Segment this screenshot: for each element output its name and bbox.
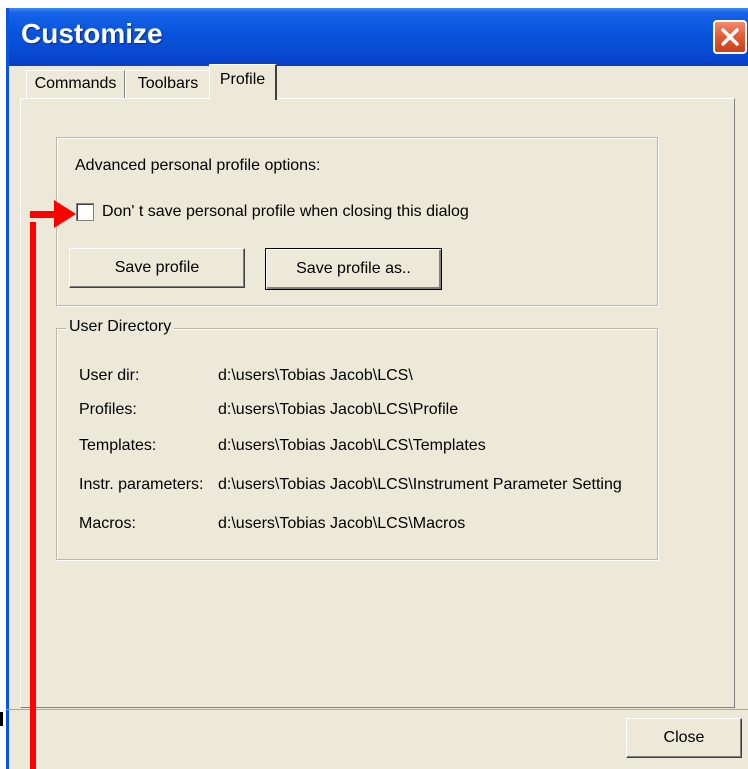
save-profile-label: Save profile	[114, 259, 200, 276]
save-profile-button[interactable]: Save profile	[69, 248, 245, 288]
close-button-label: Close	[663, 729, 705, 746]
red-arrow-icon	[30, 200, 76, 228]
annotation-line	[30, 222, 36, 769]
close-icon	[721, 28, 739, 46]
tab-toolbars-label: Toolbars	[137, 75, 199, 92]
dont-save-profile-label[interactable]: Don' t save personal profile when closin…	[102, 203, 469, 221]
close-button[interactable]: Close	[626, 718, 742, 758]
save-profile-as-button[interactable]: Save profile as..	[265, 248, 442, 290]
footer-separator	[6, 709, 748, 710]
advanced-options-heading: Advanced personal profile options:	[75, 157, 321, 174]
user-dir-value: d:\users\Tobias Jacob\LCS\	[218, 367, 413, 384]
dont-save-profile-checkbox[interactable]	[76, 203, 94, 221]
templates-label: Templates:	[79, 437, 157, 454]
title-close-button[interactable]	[713, 20, 747, 54]
save-profile-as-label: Save profile as..	[296, 260, 411, 277]
tab-commands-label: Commands	[34, 75, 117, 92]
instr-parameters-label: Instr. parameters:	[79, 476, 204, 493]
templates-value: d:\users\Tobias Jacob\LCS\Templates	[218, 437, 486, 454]
macros-value: d:\users\Tobias Jacob\LCS\Macros	[218, 515, 466, 532]
macros-label: Macros:	[79, 515, 136, 532]
user-dir-label: User dir:	[79, 367, 140, 384]
tab-toolbars[interactable]: Toolbars	[125, 70, 211, 98]
user-directory-legend: User Directory	[66, 318, 175, 336]
title-bar[interactable]: Customize	[9, 8, 748, 66]
tab-profile[interactable]: Profile	[209, 64, 277, 100]
dialog-title: Customize	[21, 18, 163, 49]
profiles-label: Profiles:	[79, 401, 137, 418]
tab-commands[interactable]: Commands	[26, 70, 125, 98]
profiles-value: d:\users\Tobias Jacob\LCS\Profile	[218, 401, 459, 418]
instr-parameters-value: d:\users\Tobias Jacob\LCS\Instrument Par…	[218, 476, 622, 493]
tab-profile-label: Profile	[219, 71, 266, 88]
edge-mark	[0, 712, 3, 726]
